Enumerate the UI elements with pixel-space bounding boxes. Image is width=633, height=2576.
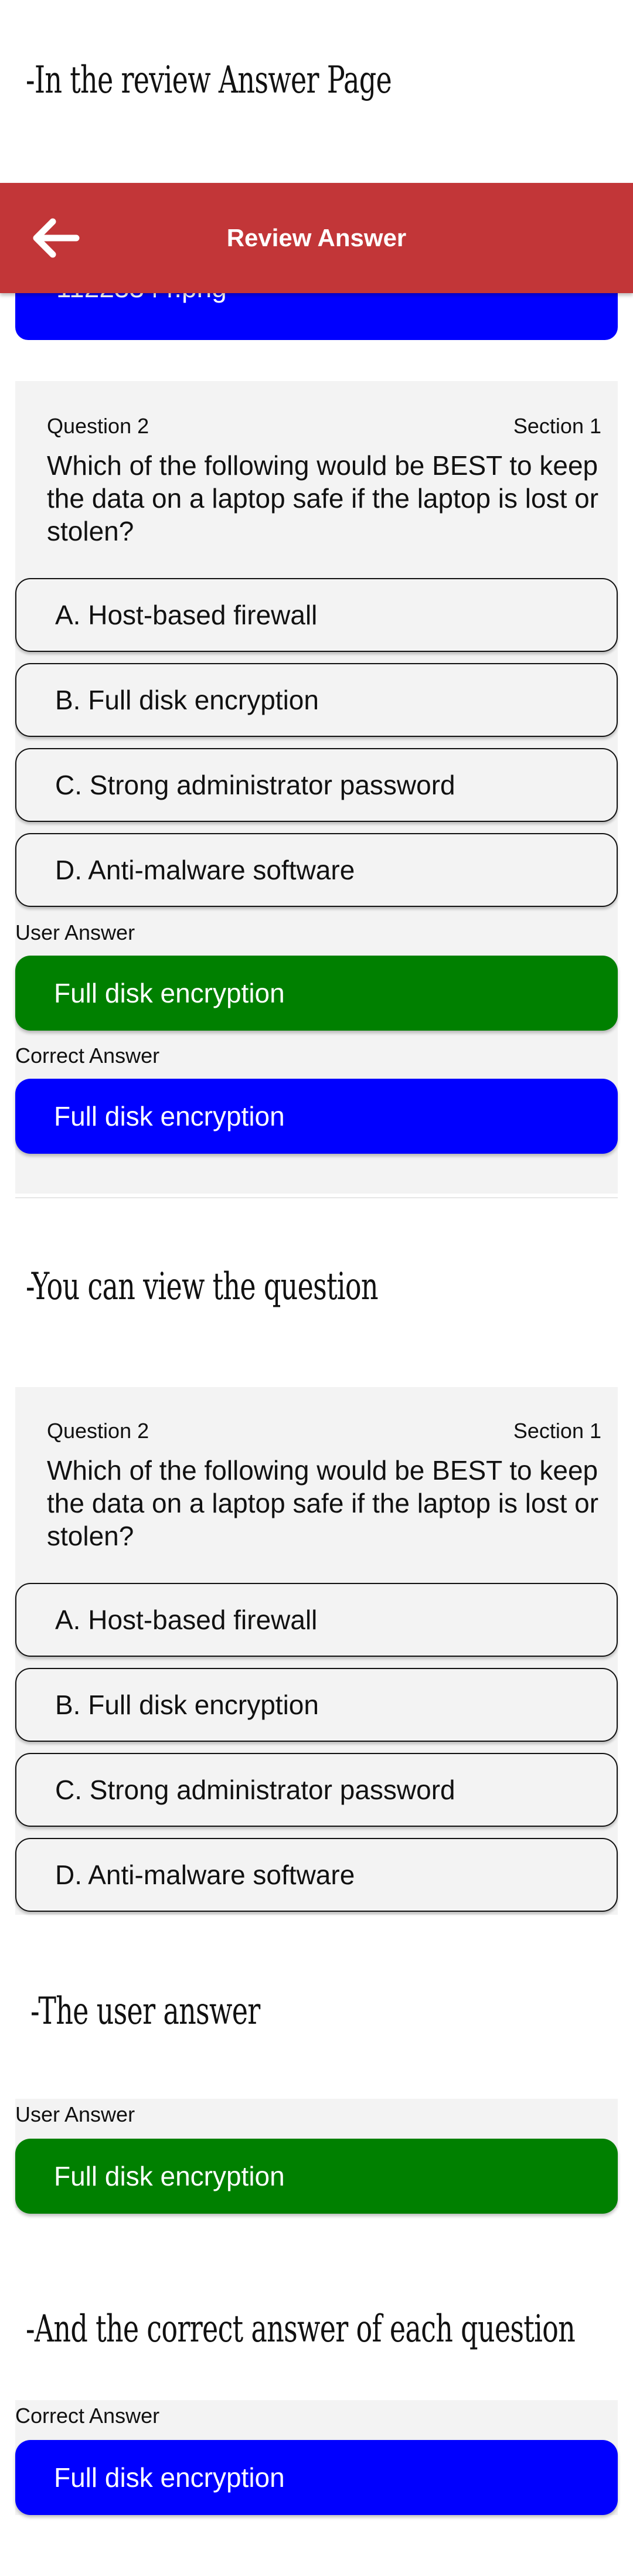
- correct-answer-box: Full disk encryption: [15, 1079, 618, 1154]
- option-d-label: D. Anti-malware software: [55, 1860, 355, 1890]
- user-answer-label: User Answer: [15, 920, 135, 944]
- correct-answer-value: Full disk encryption: [54, 1101, 285, 1131]
- option-c-label: C. Strong administrator password: [55, 1775, 455, 1805]
- option-b[interactable]: B. Full disk encryption: [15, 1668, 618, 1742]
- option-a[interactable]: A. Host-based firewall: [15, 1583, 618, 1657]
- clipped-answer-button[interactable]: 11223344.png: [15, 287, 618, 340]
- app-bar-title: Review Answer: [226, 224, 407, 252]
- option-d-label: D. Anti-malware software: [55, 855, 355, 885]
- question-text: Which of the following would be BEST to …: [47, 450, 599, 546]
- option-c[interactable]: C. Strong administrator password: [15, 1753, 618, 1827]
- option-b[interactable]: B. Full disk encryption: [15, 663, 618, 737]
- correct-answer-label: Correct Answer: [15, 2404, 160, 2428]
- option-d[interactable]: D. Anti-malware software: [15, 1838, 618, 1912]
- option-b-label: B. Full disk encryption: [55, 685, 319, 715]
- user-answer-label: User Answer: [15, 2102, 135, 2126]
- user-answer-card: User Answer Full disk encryption: [15, 2099, 618, 2214]
- option-a[interactable]: A. Host-based firewall: [15, 578, 618, 652]
- divider: [15, 1197, 618, 1198]
- section-number: Section 1: [513, 1419, 601, 1443]
- caption-view-question: -You can view the question: [26, 1265, 379, 1309]
- option-c[interactable]: C. Strong administrator password: [15, 748, 618, 822]
- correct-answer-label: Correct Answer: [15, 1044, 160, 1068]
- option-a-label: A. Host-based firewall: [55, 1605, 318, 1635]
- user-answer-box: Full disk encryption: [15, 956, 618, 1031]
- option-a-label: A. Host-based firewall: [55, 600, 318, 630]
- option-d[interactable]: D. Anti-malware software: [15, 833, 618, 907]
- user-answer-value: Full disk encryption: [54, 978, 285, 1008]
- caption-user-answer: -The user answer: [30, 1990, 260, 2033]
- option-c-label: C. Strong administrator password: [55, 770, 455, 800]
- question-card-preview: Question 2 Section 1 Which of the follow…: [15, 1387, 618, 1915]
- question-number: Question 2: [47, 1419, 149, 1443]
- caption-correct-answer: -And the correct answer of each question: [26, 2307, 576, 2351]
- question-card: Question 2 Section 1 Which of the follow…: [15, 381, 618, 1194]
- user-answer-value: Full disk encryption: [54, 2161, 285, 2191]
- caption-review-page: -In the review Answer Page: [26, 59, 392, 102]
- correct-answer-card: Correct Answer Full disk encryption: [15, 2400, 618, 2515]
- question-text: Which of the following would be BEST to …: [47, 1455, 599, 1551]
- option-b-label: B. Full disk encryption: [55, 1690, 319, 1720]
- user-answer-box: Full disk encryption: [15, 2139, 618, 2214]
- correct-answer-box: Full disk encryption: [15, 2440, 618, 2515]
- section-number: Section 1: [513, 414, 601, 438]
- app-bar: Review Answer: [0, 183, 633, 293]
- correct-answer-value: Full disk encryption: [54, 2462, 285, 2493]
- question-number: Question 2: [47, 414, 149, 438]
